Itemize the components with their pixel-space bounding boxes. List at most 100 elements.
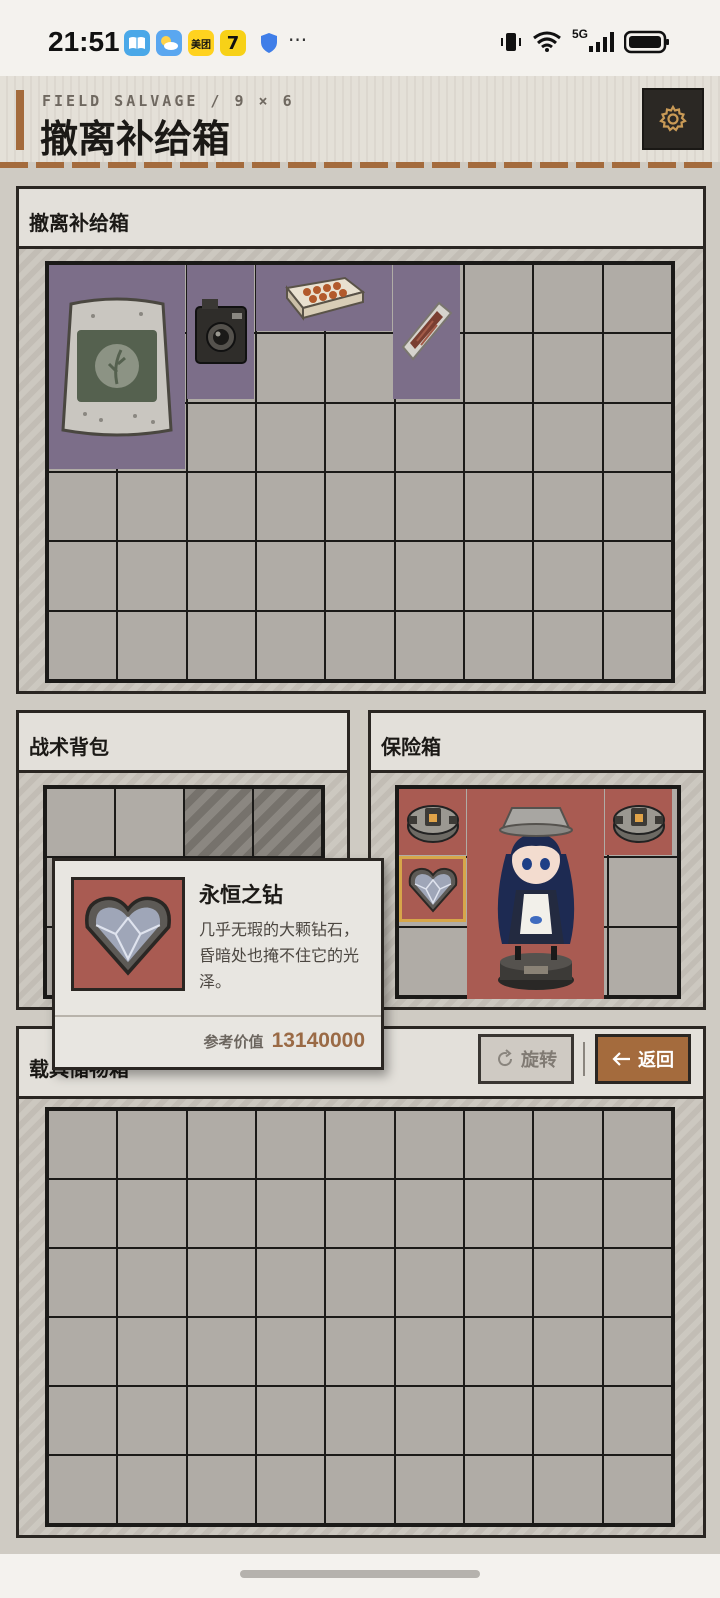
grid-slot[interactable] bbox=[395, 1111, 463, 1178]
grid-slot[interactable] bbox=[187, 1111, 255, 1178]
gear-device-item-left[interactable] bbox=[399, 789, 466, 855]
grid-slot[interactable] bbox=[603, 334, 671, 402]
grid-slot[interactable] bbox=[603, 611, 671, 679]
grid-slot[interactable] bbox=[534, 334, 602, 402]
grid-slot[interactable] bbox=[118, 542, 186, 610]
grid-slot[interactable] bbox=[395, 1387, 463, 1454]
figurine-item[interactable] bbox=[467, 789, 604, 999]
grid-slot[interactable] bbox=[326, 1111, 394, 1178]
grid-slot[interactable] bbox=[326, 1180, 394, 1247]
grid-slot[interactable] bbox=[187, 611, 255, 679]
grid-slot[interactable] bbox=[47, 789, 114, 857]
grid-slot[interactable] bbox=[534, 403, 602, 471]
grid-slot[interactable] bbox=[257, 1456, 325, 1523]
grid-slot[interactable] bbox=[118, 1111, 186, 1178]
grid-slot[interactable] bbox=[603, 1456, 671, 1523]
grid-slot[interactable] bbox=[49, 542, 117, 610]
diamond-item[interactable] bbox=[399, 856, 466, 922]
food-box-item[interactable] bbox=[256, 265, 392, 331]
grid-slot[interactable] bbox=[534, 611, 602, 679]
grid-slot[interactable] bbox=[395, 473, 463, 541]
grid-slot[interactable] bbox=[603, 473, 671, 541]
grid-slot[interactable] bbox=[116, 789, 183, 857]
back-button[interactable]: 返回 bbox=[595, 1034, 691, 1084]
grid-slot[interactable] bbox=[118, 473, 186, 541]
grid-slot[interactable] bbox=[326, 1249, 394, 1316]
grid-slot[interactable] bbox=[257, 1249, 325, 1316]
grid-slot[interactable] bbox=[49, 1111, 117, 1178]
grid-slot[interactable] bbox=[603, 1111, 671, 1178]
grid-slot[interactable] bbox=[187, 542, 255, 610]
grid-slot[interactable] bbox=[465, 334, 533, 402]
grid-slot[interactable] bbox=[465, 1111, 533, 1178]
grid-slot[interactable] bbox=[187, 1180, 255, 1247]
grid-slot[interactable] bbox=[465, 611, 533, 679]
grid-slot[interactable] bbox=[118, 1249, 186, 1316]
grid-slot[interactable] bbox=[465, 1387, 533, 1454]
grid-slot[interactable] bbox=[187, 1318, 255, 1385]
grid-slot[interactable] bbox=[395, 1249, 463, 1316]
grid-slot[interactable] bbox=[118, 1456, 186, 1523]
grid-slot[interactable] bbox=[326, 611, 394, 679]
grid-slot[interactable] bbox=[534, 1111, 602, 1178]
grid-slot[interactable] bbox=[395, 1180, 463, 1247]
grid-slot[interactable] bbox=[49, 1318, 117, 1385]
grid-slot[interactable] bbox=[257, 542, 325, 610]
grid-slot[interactable] bbox=[534, 265, 602, 333]
grid-slot[interactable] bbox=[395, 1318, 463, 1385]
settings-button[interactable] bbox=[642, 88, 704, 150]
grid-slot[interactable] bbox=[118, 1387, 186, 1454]
gear-device-item-right[interactable] bbox=[605, 789, 672, 855]
grid-slot[interactable] bbox=[326, 403, 394, 471]
grid-slot[interactable] bbox=[118, 1318, 186, 1385]
grid-slot[interactable] bbox=[49, 1387, 117, 1454]
grid-slot[interactable] bbox=[603, 1180, 671, 1247]
grid-slot[interactable] bbox=[534, 1318, 602, 1385]
grid-slot[interactable] bbox=[465, 265, 533, 333]
grid-slot[interactable] bbox=[603, 265, 671, 333]
grid-slot[interactable] bbox=[465, 1456, 533, 1523]
grid-slot[interactable] bbox=[465, 1318, 533, 1385]
camera-item[interactable] bbox=[187, 265, 254, 399]
grid-slot[interactable] bbox=[326, 542, 394, 610]
grid-slot[interactable] bbox=[603, 1249, 671, 1316]
sandbag-item[interactable] bbox=[49, 265, 185, 469]
grid-slot[interactable] bbox=[326, 473, 394, 541]
grid-slot[interactable] bbox=[187, 1456, 255, 1523]
grid-slot[interactable] bbox=[534, 542, 602, 610]
home-indicator[interactable] bbox=[240, 1570, 480, 1578]
grid-slot[interactable] bbox=[257, 1111, 325, 1178]
grid-slot[interactable] bbox=[395, 542, 463, 610]
grid-slot[interactable] bbox=[187, 403, 255, 471]
grid-slot[interactable] bbox=[257, 334, 325, 402]
grid-slot[interactable] bbox=[395, 1456, 463, 1523]
grid-slot[interactable] bbox=[187, 1387, 255, 1454]
grid-slot[interactable] bbox=[49, 1249, 117, 1316]
grid-slot[interactable] bbox=[465, 403, 533, 471]
grid-slot[interactable] bbox=[49, 473, 117, 541]
grid-slot[interactable] bbox=[465, 1249, 533, 1316]
grid-slot[interactable] bbox=[395, 403, 463, 471]
grid-slot[interactable] bbox=[257, 403, 325, 471]
jerky-item[interactable] bbox=[393, 265, 460, 399]
grid-slot[interactable] bbox=[326, 334, 394, 402]
grid-slot[interactable] bbox=[257, 1387, 325, 1454]
grid-slot[interactable] bbox=[49, 1180, 117, 1247]
grid-slot[interactable] bbox=[603, 1387, 671, 1454]
rotate-button[interactable]: 旋转 bbox=[478, 1034, 574, 1084]
grid-slot[interactable] bbox=[534, 1456, 602, 1523]
grid-slot[interactable] bbox=[257, 1318, 325, 1385]
grid-slot[interactable] bbox=[326, 1456, 394, 1523]
grid-slot[interactable] bbox=[326, 1387, 394, 1454]
grid-slot[interactable] bbox=[395, 611, 463, 679]
grid-slot[interactable] bbox=[603, 1318, 671, 1385]
grid-slot[interactable] bbox=[49, 1456, 117, 1523]
grid-slot[interactable] bbox=[465, 473, 533, 541]
grid-slot[interactable] bbox=[187, 473, 255, 541]
grid-slot[interactable] bbox=[257, 473, 325, 541]
grid-slot[interactable] bbox=[534, 1180, 602, 1247]
grid-slot[interactable] bbox=[534, 1387, 602, 1454]
grid-slot[interactable] bbox=[326, 1318, 394, 1385]
grid-slot[interactable] bbox=[187, 1249, 255, 1316]
grid-slot[interactable] bbox=[257, 1180, 325, 1247]
